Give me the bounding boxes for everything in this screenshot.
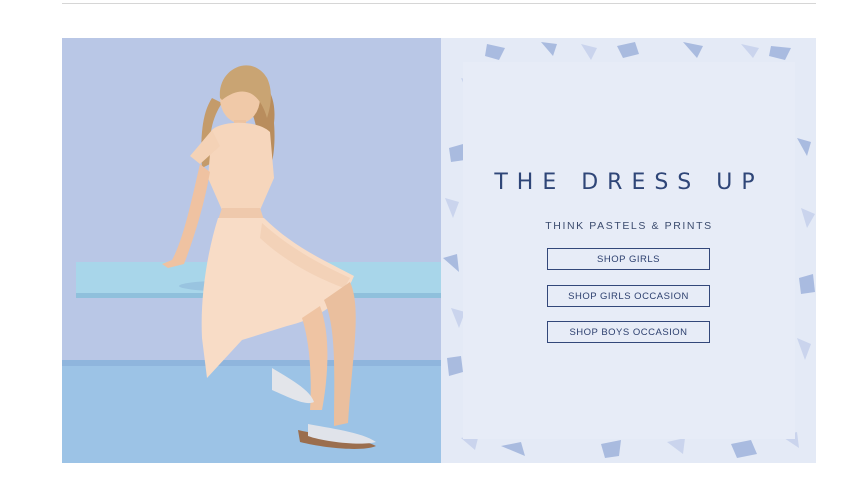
hero-banner[interactable]: THE DRESS UP THINK PASTELS & PRINTS SHOP…: [62, 38, 816, 463]
promo-card: THE DRESS UP THINK PASTELS & PRINTS SHOP…: [463, 62, 795, 439]
promo-subheadline: THINK PASTELS & PRINTS: [545, 220, 713, 232]
hero-photo[interactable]: [62, 38, 441, 463]
promo-headline: THE DRESS UP: [494, 170, 764, 195]
shop-girls-occasion-button[interactable]: SHOP GIRLS OCCASION: [547, 285, 710, 307]
shop-girls-button[interactable]: SHOP GIRLS: [547, 248, 710, 270]
shop-boys-occasion-button[interactable]: SHOP BOYS OCCASION: [547, 321, 710, 343]
top-divider: [62, 3, 816, 4]
